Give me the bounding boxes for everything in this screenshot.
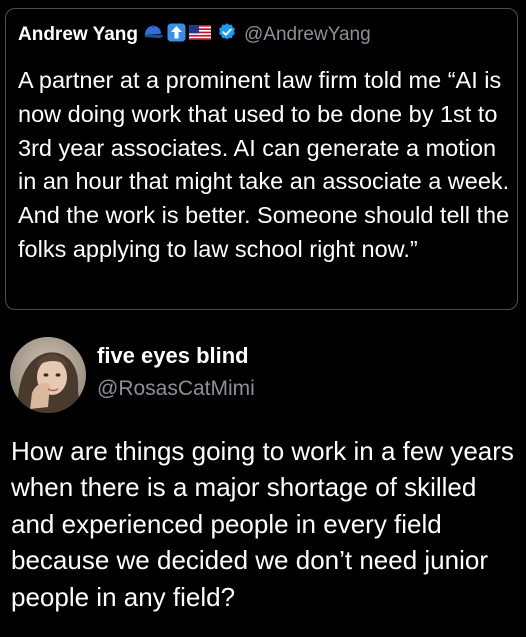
avatar[interactable] (10, 337, 86, 413)
reply-author-name[interactable]: five eyes blind (97, 343, 249, 369)
reply-text: How are things going to work in a few ye… (11, 436, 514, 612)
quoted-tweet-card[interactable]: Andrew Yang @AndrewYang A partner at a p… (5, 8, 518, 310)
blue-cap-icon (142, 24, 164, 45)
quoted-tweet-header: Andrew Yang @AndrewYang (18, 22, 371, 47)
reply-author-handle[interactable]: @RosasCatMimi (97, 377, 255, 401)
verified-badge-icon (217, 22, 237, 47)
quoted-tweet-text: A partner at a prominent law firm told m… (18, 67, 510, 262)
quoted-author-handle[interactable]: @AndrewYang (244, 24, 371, 46)
up-arrow-icon (167, 23, 186, 47)
name-emojis (142, 23, 212, 47)
quoted-author-name[interactable]: Andrew Yang (18, 24, 138, 46)
us-flag-icon (189, 24, 212, 45)
